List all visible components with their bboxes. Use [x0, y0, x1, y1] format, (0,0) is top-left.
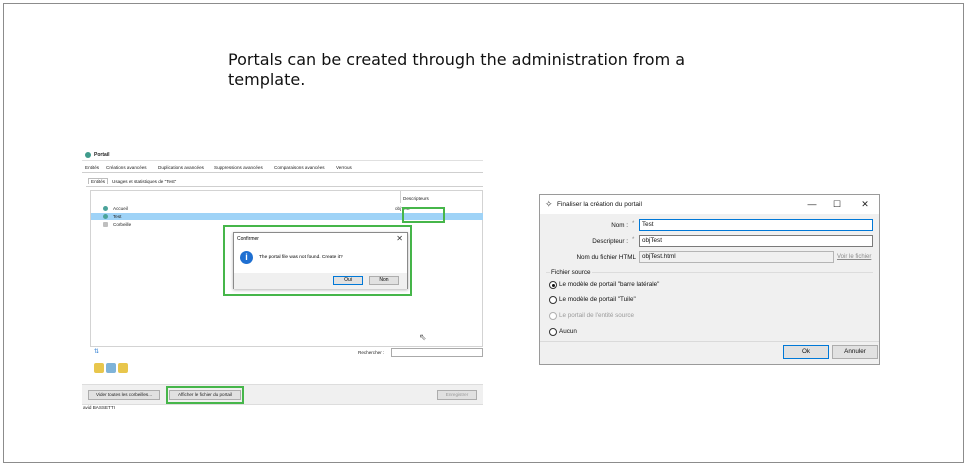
folder-icon[interactable]: [118, 363, 128, 373]
status-bar-user: avid BASSETTI: [82, 404, 483, 413]
save-button[interactable]: Enregistrer: [437, 390, 477, 400]
confirm-dialog: Confirmer ✕ i The portal file was not fo…: [233, 232, 408, 289]
subtab-entites[interactable]: Entités: [88, 178, 109, 184]
trash-icon: [103, 222, 108, 227]
radio-tile-template[interactable]: [549, 296, 557, 304]
finalize-portal-dialog: ✧ Finaliser la création du portail — ☐ ✕…: [539, 194, 880, 365]
radio-none-label[interactable]: Aucun: [559, 328, 577, 335]
empty-bins-button[interactable]: Vider toutes les corbeilles...: [88, 390, 160, 400]
add-icon[interactable]: [94, 363, 104, 373]
main-tabs: Entités Créations avancées Duplications …: [82, 163, 483, 173]
info-icon: i: [240, 251, 253, 264]
ok-button[interactable]: Ok: [783, 345, 829, 359]
source-group-label: Fichier source: [550, 269, 592, 276]
tab-entites[interactable]: Entités: [85, 165, 99, 170]
sub-tabs: Entités Usages et statistiques de "Test": [86, 177, 483, 187]
source-group-border: [546, 272, 873, 273]
radio-none[interactable]: [549, 328, 557, 336]
tools-icon: ✧: [545, 199, 553, 209]
radio-sidebar-template[interactable]: [549, 281, 557, 289]
maximize-button[interactable]: ☐: [829, 198, 845, 210]
yes-button[interactable]: Oui: [333, 276, 363, 285]
slide-caption: Portals can be created through the admin…: [228, 50, 686, 89]
descriptor-label: Descripteur :: [592, 238, 628, 245]
name-input[interactable]: Test: [639, 219, 873, 231]
tab-creations-avancees[interactable]: Créations avancées: [106, 165, 147, 170]
cancel-button[interactable]: Annuler: [832, 345, 878, 359]
search-label: Rechercher :: [358, 350, 385, 355]
sort-arrows-icon[interactable]: ⇅: [94, 348, 99, 355]
close-button[interactable]: ✕: [857, 198, 873, 210]
view-file-link[interactable]: Voir le fichier: [837, 254, 871, 260]
required-mark: *: [632, 237, 635, 243]
search-input[interactable]: [391, 348, 483, 357]
highlight-descriptor: [402, 207, 445, 223]
tab-duplications-avancees[interactable]: Duplications avancées: [158, 165, 204, 170]
bottom-toolbar: Vider toutes les corbeilles... Afficher …: [82, 384, 483, 404]
column-separator: [400, 191, 401, 203]
highlight-portal-file-button: [166, 386, 244, 404]
confirm-title: Confirmer: [237, 236, 259, 242]
footer-separator: [540, 341, 879, 342]
tab-suppressions-avancees[interactable]: Suppressions avancées: [214, 165, 263, 170]
portal-node-icon: [103, 206, 108, 211]
name-label: Nom :: [611, 222, 628, 229]
window-title: Portail: [94, 152, 110, 158]
required-mark: *: [632, 221, 635, 227]
edit-icon[interactable]: [106, 363, 116, 373]
close-icon[interactable]: ✕: [396, 234, 403, 243]
no-button[interactable]: Non: [369, 276, 399, 285]
portal-logo-icon: [85, 152, 91, 158]
minimize-button[interactable]: —: [804, 198, 820, 210]
radio-source-entity-portal[interactable]: [549, 312, 557, 320]
dialog-title: Finaliser la création du portail: [557, 201, 642, 208]
descriptors-column-header[interactable]: Descripteurs: [403, 196, 429, 201]
html-file-label: Nom du fichier HTML: [576, 254, 637, 261]
portal-node-icon: [103, 214, 108, 219]
html-file-input[interactable]: objTest.html: [639, 251, 834, 263]
subtab-usages[interactable]: Usages et statistiques de "Test": [112, 179, 176, 184]
tab-comparaisons-avancees[interactable]: Comparaisons avancées: [274, 165, 325, 170]
dialog-title-bar: ✧ Finaliser la création du portail — ☐ ✕: [540, 195, 879, 214]
radio-tile-template-label[interactable]: Le modèle de portail "Tuile": [559, 296, 636, 303]
window-title-bar: Portail: [82, 150, 483, 161]
radio-sidebar-template-label[interactable]: Le modèle de portail "barre latérale": [559, 281, 659, 288]
confirm-message: The portal file was not found. Create it…: [259, 255, 343, 260]
descriptor-input[interactable]: objTest: [639, 235, 873, 247]
radio-source-entity-portal-label[interactable]: Le portail de l'entité source: [559, 312, 634, 319]
mouse-cursor-icon: ⇖: [419, 332, 427, 342]
tab-verrous[interactable]: Verrous: [336, 165, 352, 170]
